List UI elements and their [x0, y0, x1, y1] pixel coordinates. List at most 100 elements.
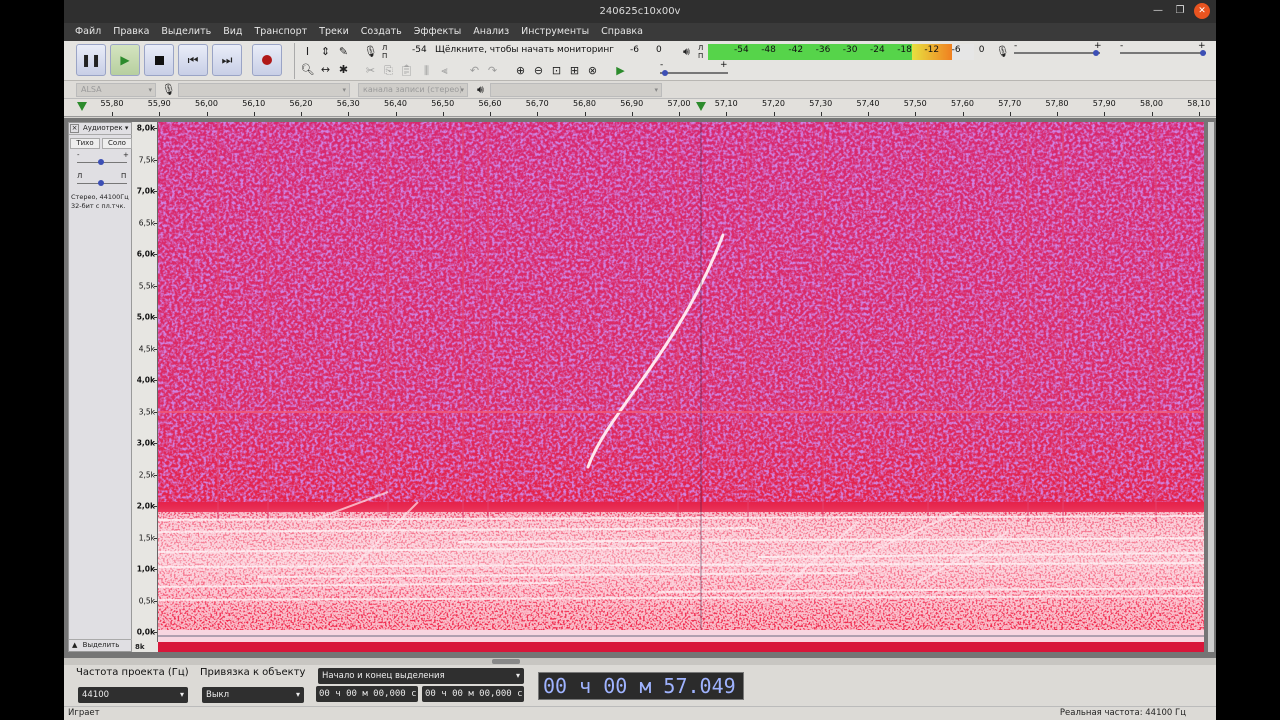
paste-icon[interactable]: 📋︎ — [398, 62, 415, 79]
ruler-tick-mark — [442, 112, 444, 116]
track-name-menu[interactable]: Аудиотрек ▾ — [83, 123, 128, 134]
menu-transport[interactable]: Транспорт — [248, 23, 313, 41]
menu-analyze[interactable]: Анализ — [467, 23, 515, 41]
selection-tool-icon[interactable]: I — [299, 43, 316, 60]
cut-icon[interactable]: ✂ — [362, 62, 379, 79]
fit-selection-icon[interactable]: ⊡ — [548, 62, 565, 79]
recording-volume-knob[interactable] — [1093, 50, 1099, 56]
skip-start-button[interactable]: ⏮ — [178, 44, 208, 76]
frequency-tick — [154, 317, 157, 318]
menu-view[interactable]: Вид — [217, 23, 248, 41]
play-speed-slider[interactable] — [660, 72, 728, 74]
frequency-tick — [154, 191, 157, 192]
ruler-tick-mark — [159, 112, 161, 116]
zoom-out-icon[interactable]: ⊖ — [530, 62, 547, 79]
minimize-icon[interactable]: — — [1150, 3, 1166, 19]
undo-icon[interactable]: ↶ — [466, 62, 483, 79]
pan-knob[interactable] — [98, 180, 104, 186]
vertical-scrollbar[interactable] — [1208, 122, 1214, 652]
menu-help[interactable]: Справка — [595, 23, 649, 41]
microphone-icon[interactable]: 🎙︎ — [362, 43, 379, 60]
timeline-ruler[interactable]: 55,80 55,90 56,00 56,10 56,20 56,30 56,40 56,50… — [64, 99, 1216, 117]
menu-select[interactable]: Выделить — [155, 23, 217, 41]
menu-edit[interactable]: Правка — [107, 23, 155, 41]
select-track-button[interactable]: Выделить — [83, 641, 120, 649]
recording-volume-slider[interactable] — [1014, 52, 1100, 54]
ruler-tick-mark — [348, 112, 350, 116]
play-meter-p-label: П — [698, 52, 704, 60]
rec-meter-end-value: 0 — [656, 45, 662, 55]
frequency-axis[interactable]: 8,0k 7,5k 7,0k 6,5k 6,0k 5,5k 5,0k 4,5k 4,0k 3,5k… — [132, 122, 158, 642]
record-button[interactable] — [252, 44, 282, 76]
multi-tool-icon[interactable]: ✱ — [335, 61, 352, 78]
menu-generate[interactable]: Создать — [355, 23, 408, 41]
chevron-down-icon: ▾ — [342, 86, 346, 94]
frequency-label: 7,0k — [136, 186, 155, 196]
frequency-label: 4,5k — [138, 344, 155, 353]
mute-button[interactable]: Тихо — [70, 138, 100, 149]
zoom-tool-icon[interactable]: 🔍︎ — [299, 61, 316, 78]
play-button[interactable]: ▶ — [110, 44, 140, 76]
play-start-marker-icon[interactable] — [77, 102, 87, 111]
track-control-panel[interactable]: × Аудиотрек ▾ Тихо Соло - + Л П Стерео, … — [68, 122, 133, 652]
frequency-label: 4,0k — [136, 375, 155, 385]
menu-file[interactable]: Файл — [69, 23, 107, 41]
envelope-tool-icon[interactable]: ⇕ — [317, 43, 334, 60]
playback-volume-slider[interactable] — [1120, 52, 1206, 54]
menu-tracks[interactable]: Треки — [313, 23, 355, 41]
copy-icon[interactable]: ⎘ — [380, 62, 397, 79]
frequency-label: 5,0k — [136, 312, 155, 322]
zoom-toggle-icon[interactable]: ⊗ — [584, 62, 601, 79]
ruler-tick-label: 57,90 — [1092, 99, 1116, 108]
speed-minus: - — [660, 60, 664, 70]
horizontal-scrollbar-thumb[interactable] — [492, 659, 520, 664]
speaker-icon[interactable]: 🔊︎ — [678, 43, 695, 60]
recording-channels-select[interactable]: канала записи (стерео) ▾ — [358, 83, 468, 97]
trim-icon[interactable]: ⫼ — [418, 62, 435, 79]
maximize-icon[interactable]: ❐ — [1172, 3, 1188, 19]
audio-position-display[interactable]: 00 ч 00 м 57.049 с — [538, 672, 744, 720]
zoom-in-icon[interactable]: ⊕ — [512, 62, 529, 79]
fit-project-icon[interactable]: ⊞ — [566, 62, 583, 79]
collapse-track-icon[interactable]: ▲ — [72, 640, 77, 651]
playback-device-select[interactable]: ▾ — [490, 83, 662, 97]
horizontal-scrollbar[interactable] — [64, 658, 1216, 665]
project-rate-select[interactable]: 44100 ▾ — [78, 687, 188, 703]
spectrogram-view[interactable] — [158, 122, 1204, 642]
menu-effects[interactable]: Эффекты — [408, 23, 468, 41]
playback-volume-knob[interactable] — [1200, 50, 1206, 56]
pause-icon: ❚❚ — [80, 53, 102, 67]
close-icon[interactable]: ✕ — [1194, 3, 1210, 19]
playback-meter-scale-label: -12 — [924, 45, 940, 55]
solo-button[interactable]: Соло — [102, 138, 132, 149]
silence-icon[interactable]: ⫷ — [436, 62, 453, 79]
ruler-tick-label: 56,00 — [195, 99, 218, 108]
play-at-speed-icon[interactable]: ▶ — [612, 62, 629, 79]
second-channel-strip[interactable] — [158, 642, 1204, 652]
selection-end-field[interactable]: 00 ч 00 м 00,000 с — [422, 686, 524, 702]
speed-plus: + — [720, 60, 728, 70]
timeshift-tool-icon[interactable]: ↔ — [317, 61, 334, 78]
close-track-icon[interactable]: × — [70, 124, 79, 133]
frequency-label: 0,0k — [136, 627, 155, 637]
snap-to-select[interactable]: Выкл ▾ — [202, 687, 304, 703]
redo-icon[interactable]: ↷ — [484, 62, 501, 79]
selection-start-field[interactable]: 00 ч 00 м 00,000 с — [316, 686, 418, 702]
recording-device-select[interactable]: ▾ — [178, 83, 350, 97]
host-select[interactable]: ALSA ▾ — [76, 83, 156, 97]
pause-button[interactable]: ❚❚ — [76, 44, 106, 76]
stop-button[interactable] — [144, 44, 174, 76]
ruler-tick-label: 57,80 — [1045, 99, 1069, 108]
gain-knob[interactable] — [98, 159, 104, 165]
ruler-tick-mark — [962, 112, 964, 116]
menu-tools[interactable]: Инструменты — [515, 23, 595, 41]
selection-mode-select[interactable]: Начало и конец выделения ▾ — [318, 668, 524, 684]
ruler-tick-label: 56,10 — [242, 99, 266, 108]
playhead-marker-icon[interactable] — [696, 102, 706, 111]
rec-meter-hint[interactable]: Щёлкните, чтобы начать мониторинг — [435, 45, 614, 55]
pan-right-label: П — [121, 172, 127, 180]
draw-tool-icon[interactable]: ✎ — [335, 43, 352, 60]
skip-end-button[interactable]: ⏭ — [212, 44, 242, 76]
frequency-tick — [154, 285, 157, 287]
play-speed-knob[interactable] — [662, 70, 668, 76]
